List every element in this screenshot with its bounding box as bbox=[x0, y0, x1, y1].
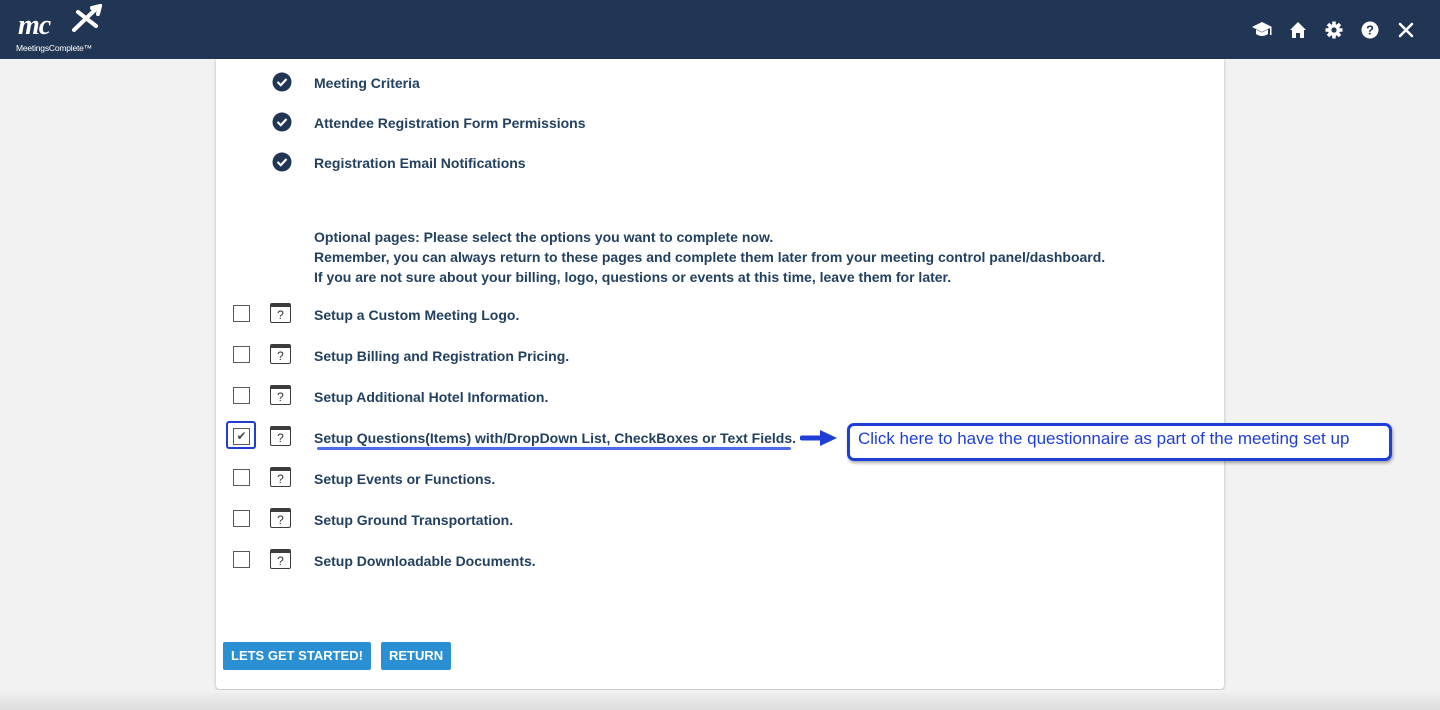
optional-pages-intro: Optional pages: Please select the option… bbox=[314, 227, 1105, 287]
completed-step-label: Registration Email Notifications bbox=[314, 155, 526, 171]
help-icon[interactable]: ? bbox=[1358, 18, 1382, 42]
check-circle-icon bbox=[272, 72, 292, 92]
help-icon[interactable]: ? bbox=[270, 508, 291, 528]
check-mark-icon: ✔ bbox=[236, 429, 247, 443]
option-label[interactable]: Setup Events or Functions. bbox=[314, 471, 495, 487]
arrow-right-icon bbox=[800, 430, 837, 446]
intro-line: Optional pages: Please select the option… bbox=[314, 229, 774, 245]
close-icon[interactable] bbox=[1394, 18, 1418, 42]
bottom-shade bbox=[0, 690, 1440, 710]
intro-line: If you are not sure about your billing, … bbox=[314, 269, 952, 285]
option-label[interactable]: Setup Downloadable Documents. bbox=[314, 553, 536, 569]
option-checkbox-transport[interactable] bbox=[233, 510, 250, 527]
plane-icon bbox=[72, 4, 102, 32]
help-icon[interactable]: ? bbox=[270, 385, 291, 405]
completed-step-label: Attendee Registration Form Permissions bbox=[314, 115, 586, 131]
intro-line: Remember, you can always return to these… bbox=[314, 249, 1106, 265]
option-label[interactable]: Setup Questions(Items) with/DropDown Lis… bbox=[314, 430, 796, 446]
logo-mark: mc bbox=[18, 10, 51, 41]
graduation-cap-icon[interactable] bbox=[1250, 18, 1274, 42]
option-row-events: ? Setup Events or Functions. bbox=[216, 467, 1224, 491]
help-icon[interactable]: ? bbox=[270, 426, 291, 446]
help-icon[interactable]: ? bbox=[270, 303, 291, 323]
svg-text:?: ? bbox=[1366, 23, 1374, 38]
check-circle-icon bbox=[272, 112, 292, 132]
header-toolbar: ? bbox=[1238, 18, 1418, 42]
home-icon[interactable] bbox=[1286, 18, 1310, 42]
option-checkbox-logo[interactable] bbox=[233, 305, 250, 322]
option-checkbox-documents[interactable] bbox=[233, 551, 250, 568]
option-checkbox-questions[interactable]: ✔ bbox=[233, 428, 250, 445]
option-row-billing: ? Setup Billing and Registration Pricing… bbox=[216, 344, 1224, 368]
option-label[interactable]: Setup Additional Hotel Information. bbox=[314, 389, 548, 405]
logo-text: MeetingsComplete™ bbox=[16, 43, 92, 53]
annotation-callout: Click here to have the questionnaire as … bbox=[847, 423, 1392, 461]
help-icon[interactable]: ? bbox=[270, 344, 291, 364]
help-icon[interactable]: ? bbox=[270, 467, 291, 487]
meetingscomplete-logo[interactable]: mc MeetingsComplete™ bbox=[14, 4, 106, 56]
option-label[interactable]: Setup a Custom Meeting Logo. bbox=[314, 307, 519, 323]
top-bar: mc MeetingsComplete™ ? bbox=[0, 0, 1440, 59]
completed-step: Registration Email Notifications bbox=[216, 151, 1224, 175]
gear-icon[interactable] bbox=[1322, 18, 1346, 42]
lets-get-started-button[interactable]: LETS GET STARTED! bbox=[223, 642, 371, 670]
completed-step: Attendee Registration Form Permissions bbox=[216, 111, 1224, 135]
option-checkbox-hotel[interactable] bbox=[233, 387, 250, 404]
option-label[interactable]: Setup Billing and Registration Pricing. bbox=[314, 348, 569, 364]
option-row-logo: ? Setup a Custom Meeting Logo. bbox=[216, 303, 1224, 327]
option-row-hotel: ? Setup Additional Hotel Information. bbox=[216, 385, 1224, 409]
return-button[interactable]: RETURN bbox=[381, 642, 452, 670]
completed-step: Meeting Criteria bbox=[216, 71, 1224, 95]
setup-panel: Meeting Criteria Attendee Registration F… bbox=[216, 59, 1392, 689]
option-row-documents: ? Setup Downloadable Documents. bbox=[216, 549, 1224, 573]
help-icon[interactable]: ? bbox=[270, 549, 291, 569]
option-row-transport: ? Setup Ground Transportation. bbox=[216, 508, 1224, 532]
option-checkbox-billing[interactable] bbox=[233, 346, 250, 363]
label-underline-annotation bbox=[317, 447, 791, 450]
option-checkbox-events[interactable] bbox=[233, 469, 250, 486]
check-circle-icon bbox=[272, 152, 292, 172]
option-label[interactable]: Setup Ground Transportation. bbox=[314, 512, 513, 528]
completed-step-label: Meeting Criteria bbox=[314, 75, 420, 91]
